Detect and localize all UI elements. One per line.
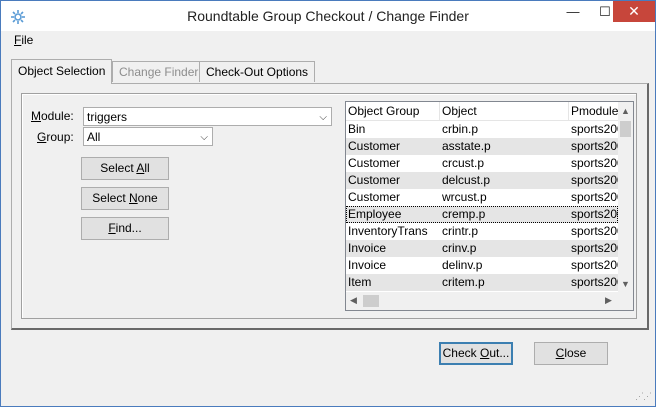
cell-object-group: Item: [348, 275, 372, 289]
cell-pmodule: sports2000: [571, 275, 618, 289]
cell-object-group: Customer: [348, 156, 401, 170]
scroll-up-icon[interactable]: ▲: [621, 106, 630, 116]
scroll-left-icon[interactable]: ◀: [350, 295, 357, 306]
cell-pmodule: sports2000: [571, 139, 618, 153]
cell-object-group: Bin: [348, 122, 366, 136]
tab-object-selection[interactable]: Object Selection: [11, 59, 113, 84]
menu-bar: File: [1, 31, 655, 50]
cell-pmodule: sports2000: [571, 173, 618, 187]
list-row[interactable]: Customer delcust.p sports2000: [346, 172, 618, 189]
title-bar[interactable]: Roundtable Group Checkout / Change Finde…: [1, 1, 655, 31]
cell-pmodule: sports2000: [571, 241, 618, 255]
list-row[interactable]: Bin crbin.p sports2000: [346, 121, 618, 138]
cell-object: crinv.p: [442, 241, 477, 255]
column-header-pmodule[interactable]: Pmodule: [569, 102, 619, 120]
group-label: Group:: [37, 130, 74, 144]
cell-object: crintr.p: [442, 224, 479, 238]
cell-object: delinv.p: [442, 258, 483, 272]
column-header-object[interactable]: Object: [440, 102, 569, 120]
list-row[interactable]: Invoice crinv.p sports2000: [346, 240, 618, 257]
cell-object-group: Employee: [348, 207, 402, 221]
object-list[interactable]: Object Group Object Pmodule Bin crbin.p sp…: [345, 101, 634, 311]
maximize-icon: ☐: [599, 3, 611, 19]
column-header-object-group[interactable]: Object Group: [346, 102, 440, 120]
window-title: Roundtable Group Checkout / Change Finde…: [187, 8, 469, 24]
cell-object-group: Customer: [348, 190, 401, 204]
list-row[interactable]: Employee cremp.p sports2000: [346, 206, 618, 223]
minimize-button[interactable]: —: [558, 1, 588, 22]
list-row[interactable]: InventoryTrans crintr.p sports2000: [346, 223, 618, 240]
list-row[interactable]: Item critem.p sports2000: [346, 274, 618, 291]
list-row[interactable]: Invoice delinv.p sports2000: [346, 257, 618, 274]
vertical-scrollbar[interactable]: ▲ ▼: [618, 102, 633, 292]
list-row[interactable]: Customer crcust.p sports2000: [346, 155, 618, 172]
module-select[interactable]: triggers ⌵: [83, 107, 332, 126]
cell-object-group: InventoryTrans: [348, 224, 428, 238]
close-icon: ✕: [628, 3, 640, 19]
cell-object-group: Customer: [348, 139, 401, 153]
cell-object-group: Invoice: [348, 258, 387, 272]
select-all-button[interactable]: Select All: [81, 157, 169, 180]
cell-object: delcust.p: [442, 173, 491, 187]
find-button[interactable]: Find...: [81, 217, 169, 240]
cell-object: crbin.p: [442, 122, 479, 136]
cell-object: wrcust.p: [442, 190, 487, 204]
checkout-button[interactable]: Check Out...: [439, 342, 513, 365]
cell-pmodule: sports2000: [571, 224, 618, 238]
vertical-scroll-thumb[interactable]: [620, 121, 631, 137]
horizontal-scroll-thumb[interactable]: [363, 295, 379, 307]
cell-object-group: Invoice: [348, 241, 387, 255]
resize-grip-icon[interactable]: ⋰⋰: [635, 391, 652, 402]
scroll-down-icon[interactable]: ▼: [621, 279, 630, 289]
list-row[interactable]: Customer wrcust.p sports2000: [346, 189, 618, 206]
group-value: All: [87, 130, 101, 144]
module-label: Module:: [31, 109, 74, 123]
group-select[interactable]: All ⌵: [83, 127, 213, 146]
select-none-button[interactable]: Select None: [81, 187, 169, 210]
cell-pmodule: sports2000: [571, 190, 618, 204]
module-value: triggers: [87, 110, 128, 124]
cell-pmodule: sports2000: [571, 258, 618, 272]
cell-object: asstate.p: [442, 139, 491, 153]
selection-frame: Module: triggers ⌵ Group: All ⌵ Select A…: [21, 93, 637, 319]
tab-change-finder: Change Finder: [112, 61, 206, 82]
scrollbar-corner: [618, 292, 633, 310]
minimize-icon: —: [566, 4, 580, 19]
cell-object: cremp.p: [442, 207, 486, 221]
tab-page-object-selection: Module: triggers ⌵ Group: All ⌵ Select A…: [11, 83, 649, 330]
chevron-down-icon: ⌵: [319, 112, 327, 123]
cell-pmodule: sports2000: [571, 156, 618, 170]
list-header: Object Group Object Pmodule: [346, 102, 633, 121]
cell-object: critem.p: [442, 275, 485, 289]
chevron-down-icon: ⌵: [200, 132, 208, 143]
cell-pmodule: sports2000: [571, 207, 618, 221]
cell-object: crcust.p: [442, 156, 485, 170]
cell-object-group: Customer: [348, 173, 401, 187]
scroll-right-icon[interactable]: ▶: [605, 295, 612, 306]
main-window: Roundtable Group Checkout / Change Finde…: [0, 0, 656, 407]
horizontal-scrollbar[interactable]: ◀ ▶: [346, 292, 618, 310]
close-window-button[interactable]: ✕: [613, 1, 655, 22]
close-button[interactable]: Close: [534, 342, 608, 365]
menu-file[interactable]: File: [14, 33, 33, 47]
tab-checkout-options[interactable]: Check-Out Options: [199, 61, 316, 82]
list-row[interactable]: Customer asstate.p sports2000: [346, 138, 618, 155]
cell-pmodule: sports2000: [571, 122, 618, 136]
